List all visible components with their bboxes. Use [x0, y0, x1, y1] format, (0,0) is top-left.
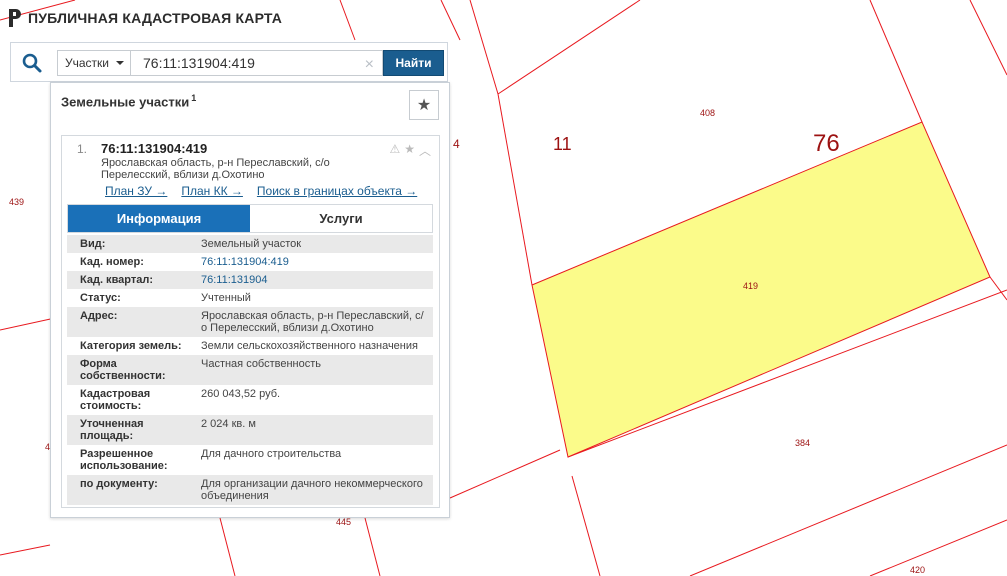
info-row: Уточненная площадь: 2 024 кв. м — [67, 415, 433, 445]
row-value-link[interactable]: 76:11:131904 — [187, 274, 433, 286]
info-row: Форма собственности: Частная собственност… — [67, 355, 433, 385]
map-label-420: 420 — [910, 565, 925, 575]
search-type-select[interactable]: Участки — [57, 50, 131, 76]
row-label: Кад. номер: — [80, 256, 144, 268]
info-row: Адрес: Ярославская область, р-н Переславс… — [67, 307, 433, 337]
app-title: ПУБЛИЧНАЯ КАДАСТРОВАЯ КАРТА — [28, 10, 283, 26]
row-value: Ярославская область, р-н Переславский, с… — [201, 310, 424, 334]
map-label-384: 384 — [795, 438, 810, 448]
parcel-419 — [531, 121, 991, 458]
app-header: ПУБЛИЧНАЯ КАДАСТРОВАЯ КАРТА — [8, 8, 282, 28]
row-value: Для организации дачного некоммерческого … — [201, 478, 423, 502]
search-bar: Участки 76:11:131904:419 × Найти — [10, 42, 448, 82]
warning-icon[interactable]: ⚠ — [389, 142, 400, 159]
result-address: Ярославская область, р-н Переславский, с… — [101, 157, 330, 181]
info-row: Категория земель: Земли сельскохозяйствен… — [67, 337, 433, 355]
row-label: Вид: — [80, 238, 106, 250]
logo-icon — [9, 9, 21, 27]
info-row: Кадастровая стоимость: 260 043,52 руб. — [67, 385, 433, 415]
row-value: 2 024 кв. м — [201, 418, 256, 430]
search-input[interactable]: 76:11:131904:419 × — [131, 50, 383, 76]
link-plan-zu[interactable]: План ЗУ → — [105, 184, 167, 198]
card-links: План ЗУ → План КК → Поиск в границах объ… — [105, 184, 417, 198]
info-row: по документу: Для организации дачного нек… — [67, 475, 433, 505]
info-row: Кад. номер: 76:11:131904:419 — [67, 253, 433, 271]
row-label: Форма собственности: — [80, 358, 166, 382]
tab-services[interactable]: Услуги — [250, 205, 432, 232]
find-button[interactable]: Найти — [383, 50, 444, 76]
map-label-76: 76 — [813, 130, 840, 157]
link-plan-kk[interactable]: План КК → — [181, 184, 243, 198]
search-query: 76:11:131904:419 — [143, 55, 255, 71]
row-value: Для дачного строительства — [201, 448, 342, 460]
card-actions: ⚠ ★ ︿ — [389, 142, 431, 159]
result-cad-number: 76:11:131904:419 — [101, 141, 208, 156]
star-icon[interactable]: ★ — [404, 142, 415, 159]
clear-icon[interactable]: × — [365, 53, 374, 77]
tab-info[interactable]: Информация — [68, 205, 250, 232]
result-index: 1. — [77, 142, 88, 156]
row-value: Земли сельскохозяйственного назначения — [201, 340, 418, 352]
results-panel: Земельные участки 1 ★ 1. 76:11:131904:419… — [50, 82, 450, 518]
chevron-up-icon[interactable]: ︿ — [419, 142, 431, 159]
row-label: Статус: — [80, 292, 121, 304]
row-value: Земельный участок — [201, 238, 302, 250]
row-label: Кад. квартал: — [80, 274, 154, 286]
row-value: 260 043,52 руб. — [201, 388, 281, 400]
map-label-445: 445 — [336, 517, 351, 527]
info-row: Разрешенное использование: Для дачного ст… — [67, 445, 433, 475]
row-value: Частная собственность — [201, 358, 322, 370]
row-label: Уточненная площадь: — [80, 418, 144, 442]
map-label-419: 419 — [743, 281, 758, 291]
chevron-down-icon — [116, 61, 124, 65]
panel-title-text: Земельные участки — [61, 94, 190, 110]
map-label-439: 439 — [9, 197, 24, 207]
info-row: Статус: Учтенный — [67, 289, 433, 307]
search-type-label: Участки — [65, 56, 109, 70]
map-label-408: 408 — [700, 108, 715, 118]
row-label: Кадастровая стоимость: — [80, 388, 151, 412]
star-icon: ★ — [416, 97, 432, 114]
search-icon[interactable] — [21, 52, 43, 74]
info-row: Вид: Земельный участок — [67, 235, 433, 253]
row-label: Категория земель: — [80, 340, 182, 352]
map-label-11: 11 — [553, 134, 572, 154]
row-label: Адрес: — [80, 310, 118, 322]
favorite-button[interactable]: ★ — [409, 90, 439, 120]
info-row: Кад. квартал: 76:11:131904 — [67, 271, 433, 289]
row-label: Разрешенное использование: — [80, 448, 168, 472]
map-label-4: 4 — [453, 137, 460, 151]
row-label: по документу: — [80, 478, 158, 490]
row-value-link[interactable]: 76:11:131904:419 — [187, 256, 433, 268]
result-card: 1. 76:11:131904:419 Ярославская область,… — [61, 135, 440, 508]
info-table: Вид: Земельный участок Кад. номер: 76:11:1… — [67, 235, 433, 505]
link-search-bounds[interactable]: Поиск в границах объекта → — [257, 184, 417, 198]
results-count: 1 — [191, 93, 197, 103]
panel-title: Земельные участки 1 — [61, 93, 196, 109]
tabs: Информация Услуги — [67, 204, 433, 233]
row-value: Учтенный — [201, 292, 251, 304]
